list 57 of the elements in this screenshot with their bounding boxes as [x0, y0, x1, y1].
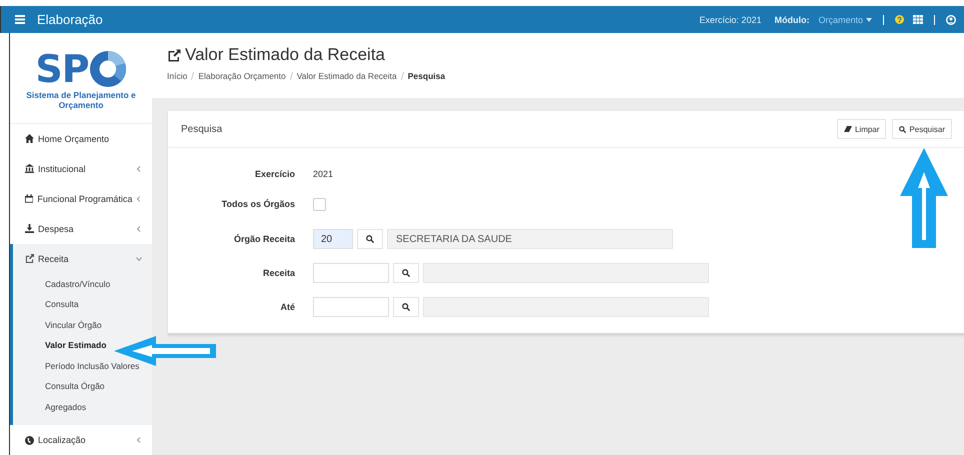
breadcrumb-item[interactable]: Elaboração Orçamento	[198, 71, 286, 81]
submenu-item[interactable]: Agregados	[45, 402, 86, 412]
user-icon[interactable]	[946, 14, 956, 24]
code-input-field[interactable]	[313, 263, 389, 283]
field-value: 2021	[313, 169, 334, 179]
sidebar-item[interactable]: Institucional	[10, 154, 152, 184]
checkbox[interactable]	[313, 198, 326, 210]
search-icon	[366, 235, 374, 243]
external-link-icon	[167, 48, 182, 62]
breadcrumb-item: Pesquisa	[408, 71, 446, 81]
field-label: Exercício	[254, 169, 295, 179]
submenu-item[interactable]: Consulta Órgão	[45, 381, 105, 392]
field-label: Receita	[262, 268, 295, 278]
field-label: Órgão Receita	[232, 234, 295, 244]
submenu-item[interactable]: Vincular Órgão	[45, 320, 102, 330]
submenu-item[interactable]: Consulta	[45, 299, 79, 310]
sidebar-item[interactable]: Funcional Programática	[10, 184, 152, 214]
logo-text: SP	[35, 50, 89, 88]
submenu-item[interactable]: Cadastro/Vínculo	[45, 278, 110, 289]
search-button[interactable]	[393, 263, 419, 283]
search-button[interactable]: Pesquisar	[892, 119, 952, 139]
menu-icon[interactable]	[15, 15, 25, 24]
caret-icon	[866, 18, 872, 22]
sidebar-item[interactable]: Home Orçamento	[10, 124, 152, 154]
home-icon	[25, 134, 34, 143]
help-icon[interactable]	[895, 15, 904, 24]
app-title: Elaboração	[37, 12, 103, 27]
logo-pie-icon	[88, 50, 127, 88]
logo-subtitle: Sistema de Planejamento e Orçamento	[26, 90, 136, 110]
exercise-label: Exercício: 2021	[699, 14, 762, 24]
sidebar-item[interactable]: Localização	[10, 425, 152, 455]
description-field: SECRETARIA DA SAUDE	[387, 229, 673, 249]
sidebar-item[interactable]: Receita	[13, 244, 152, 274]
field-label: Até	[279, 302, 295, 312]
search-button[interactable]	[357, 229, 383, 249]
clear-button[interactable]: Limpar	[836, 119, 886, 139]
bank-icon	[25, 164, 34, 173]
calendar-icon	[25, 194, 34, 203]
search-button[interactable]	[393, 297, 419, 317]
code-input-field[interactable]	[313, 297, 389, 317]
submenu-item[interactable]: Valor Estimado	[45, 340, 106, 350]
sidebar-item[interactable]: Despesa	[10, 214, 152, 244]
external-link-icon	[25, 254, 34, 263]
search-icon	[402, 269, 410, 277]
search-icon	[899, 126, 906, 132]
module-label: Módulo:	[774, 14, 810, 24]
download-icon	[25, 224, 34, 233]
grid-icon[interactable]	[913, 15, 923, 24]
page-title: Valor Estimado da Receita	[185, 45, 386, 65]
breadcrumb-item[interactable]: Início	[167, 71, 188, 81]
field-label: Todos os Órgãos	[220, 199, 295, 209]
code-input-field[interactable]: 20	[313, 229, 353, 249]
eraser-icon	[844, 126, 852, 132]
panel-title: Pesquisa	[181, 124, 222, 134]
breadcrumb-item[interactable]: Valor Estimado da Receita	[296, 71, 397, 81]
submenu-item[interactable]: Período Inclusão Valores	[45, 360, 140, 371]
search-icon	[402, 303, 410, 311]
